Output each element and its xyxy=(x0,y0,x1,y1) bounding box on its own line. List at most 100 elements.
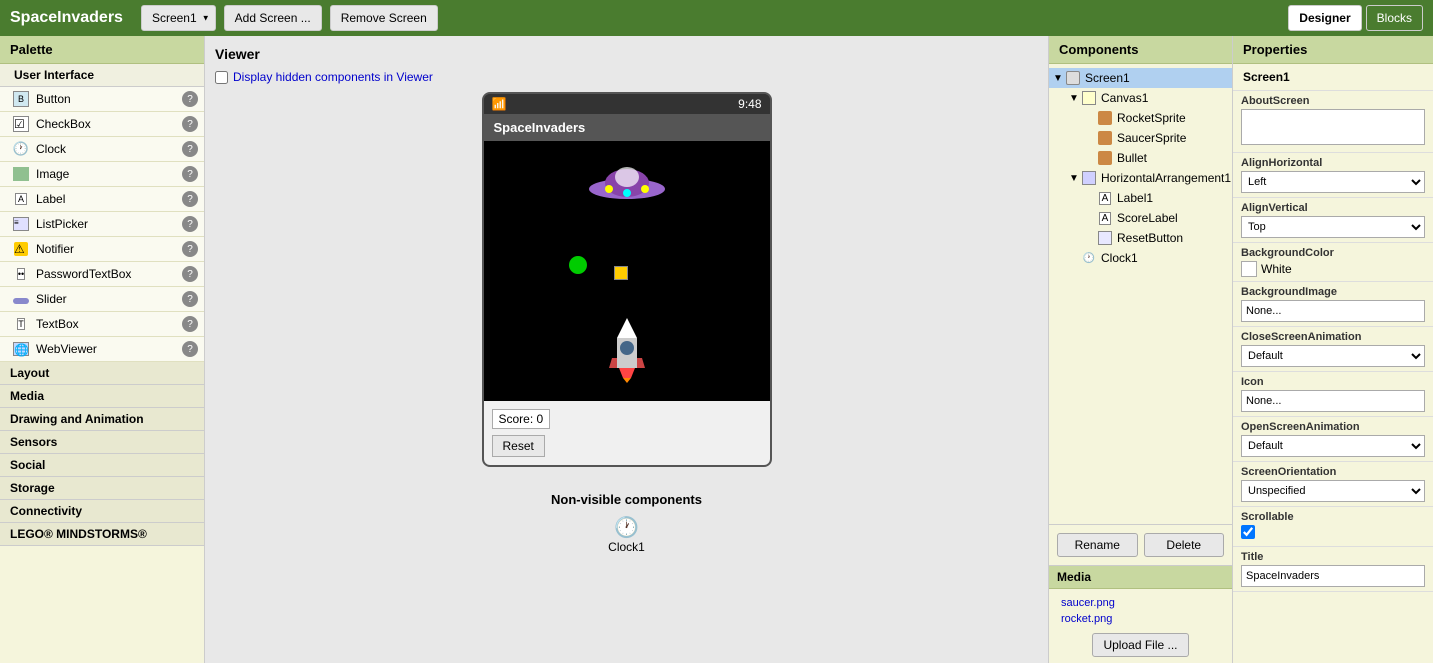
listpicker-icon: ≡ xyxy=(12,215,30,233)
hidden-components-checkbox[interactable] xyxy=(215,71,228,84)
palette-header: Palette xyxy=(0,36,204,64)
webviewer-label: WebViewer xyxy=(36,342,182,356)
ha1-toggle[interactable]: ▼ xyxy=(1069,173,1081,184)
tree-canvas1[interactable]: ▼ Canvas1 xyxy=(1049,88,1232,108)
user-interface-section[interactable]: User Interface xyxy=(0,64,204,87)
checkbox-info[interactable]: ? xyxy=(182,116,198,132)
scorelabel-icon: A xyxy=(1097,210,1113,226)
palette-item-passwordtextbox[interactable]: •• PasswordTextBox ? xyxy=(0,262,204,287)
media-file-rocket[interactable]: rocket.png xyxy=(1057,611,1224,627)
lego-section[interactable]: LEGO® MINDSTORMS® xyxy=(0,523,204,546)
notifier-info[interactable]: ? xyxy=(182,241,198,257)
align-vertical-select[interactable]: Top Center Bottom xyxy=(1241,216,1425,238)
screen-dropdown[interactable]: Screen1 xyxy=(141,5,216,31)
palette-item-listpicker[interactable]: ≡ ListPicker ? xyxy=(0,212,204,237)
textbox-info[interactable]: ? xyxy=(182,316,198,332)
tree-screen1[interactable]: ▼ Screen1 xyxy=(1049,68,1232,88)
blocks-button[interactable]: Blocks xyxy=(1366,5,1423,31)
upload-file-button[interactable]: Upload File ... xyxy=(1092,633,1188,657)
clock1-tree-label: Clock1 xyxy=(1101,251,1228,265)
media-section[interactable]: Media xyxy=(0,385,204,408)
connectivity-section[interactable]: Connectivity xyxy=(0,500,204,523)
reset-button[interactable]: Reset xyxy=(492,435,545,457)
image-info[interactable]: ? xyxy=(182,166,198,182)
listpicker-info[interactable]: ? xyxy=(182,216,198,232)
score-value: 0 xyxy=(537,412,544,426)
media-file-saucer[interactable]: saucer.png xyxy=(1057,595,1224,611)
tree-ha1[interactable]: ▼ HorizontalArrangement1 xyxy=(1049,168,1232,188)
scrollable-label: Scrollable xyxy=(1241,511,1425,523)
palette-item-slider[interactable]: Slider ? xyxy=(0,287,204,312)
canvas1-toggle[interactable]: ▼ xyxy=(1069,93,1081,104)
bg-color-text: White xyxy=(1261,262,1292,276)
button-info[interactable]: ? xyxy=(182,91,198,107)
palette-item-notifier[interactable]: ⚠ Notifier ? xyxy=(0,237,204,262)
tree-saucersprite[interactable]: SaucerSprite xyxy=(1049,128,1232,148)
canvas1-label: Canvas1 xyxy=(1101,91,1228,105)
components-panel: Components ▼ Screen1 ▼ Canvas1 xyxy=(1048,36,1233,663)
palette-item-image[interactable]: Image ? xyxy=(0,162,204,187)
palette-item-label[interactable]: A Label ? xyxy=(0,187,204,212)
checkbox-icon: ☑ xyxy=(12,115,30,133)
canvas1-icon xyxy=(1081,90,1097,106)
storage-section[interactable]: Storage xyxy=(0,477,204,500)
score-display: Score: 0 xyxy=(492,409,551,429)
close-anim-label: CloseScreenAnimation xyxy=(1241,331,1425,343)
palette-item-textbox[interactable]: T TextBox ? xyxy=(0,312,204,337)
open-anim-label: OpenScreenAnimation xyxy=(1241,421,1425,433)
open-anim-select[interactable]: Default Fade Zoom xyxy=(1241,435,1425,457)
screen1-label: Screen1 xyxy=(1085,71,1228,85)
passwordtextbox-info[interactable]: ? xyxy=(182,266,198,282)
tree-bullet[interactable]: Bullet xyxy=(1049,148,1232,168)
scrollable-checkbox[interactable] xyxy=(1241,525,1255,539)
main-content: Palette User Interface B Button ? ☑ Chec… xyxy=(0,36,1433,663)
clock1-nonvisible[interactable]: 🕐 Clock1 xyxy=(608,515,645,554)
header-right: Designer Blocks xyxy=(1288,5,1423,31)
resetbutton-label: ResetButton xyxy=(1117,231,1228,245)
palette-item-clock[interactable]: 🕐 Clock ? xyxy=(0,137,204,162)
bg-image-input[interactable] xyxy=(1241,300,1425,322)
phone-title: SpaceInvaders xyxy=(484,114,770,141)
delete-button[interactable]: Delete xyxy=(1144,533,1225,557)
orientation-select[interactable]: Unspecified Portrait Landscape xyxy=(1241,480,1425,502)
sensors-section[interactable]: Sensors xyxy=(0,431,204,454)
textbox-label: TextBox xyxy=(36,317,182,331)
remove-screen-button[interactable]: Remove Screen xyxy=(330,5,438,31)
drawing-section[interactable]: Drawing and Animation xyxy=(0,408,204,431)
palette-item-button[interactable]: B Button ? xyxy=(0,87,204,112)
designer-button[interactable]: Designer xyxy=(1288,5,1361,31)
webviewer-info[interactable]: ? xyxy=(182,341,198,357)
listpicker-label: ListPicker xyxy=(36,217,182,231)
label-label: Label xyxy=(36,192,182,206)
align-horizontal-select[interactable]: Left Center Right xyxy=(1241,171,1425,193)
label-info[interactable]: ? xyxy=(182,191,198,207)
social-section[interactable]: Social xyxy=(0,454,204,477)
title-prop-label: Title xyxy=(1241,551,1425,563)
components-header: Components xyxy=(1049,36,1232,64)
color-swatch[interactable] xyxy=(1241,261,1257,277)
label-icon: A xyxy=(12,190,30,208)
tree-scorelabel[interactable]: A ScoreLabel xyxy=(1049,208,1232,228)
palette-item-webviewer[interactable]: 🌐 WebViewer ? xyxy=(0,337,204,362)
rename-button[interactable]: Rename xyxy=(1057,533,1138,557)
palette-item-checkbox[interactable]: ☑ CheckBox ? xyxy=(0,112,204,137)
canvas-area[interactable] xyxy=(484,141,770,401)
tree-resetbutton[interactable]: ResetButton xyxy=(1049,228,1232,248)
label1-label: Label1 xyxy=(1117,191,1228,205)
layout-section[interactable]: Layout xyxy=(0,362,204,385)
tree-rocketsprite[interactable]: RocketSprite xyxy=(1049,108,1232,128)
close-anim-select[interactable]: Default Fade Zoom xyxy=(1241,345,1425,367)
ha1-label: HorizontalArrangement1 xyxy=(1101,171,1231,185)
title-input[interactable] xyxy=(1241,565,1425,587)
slider-info[interactable]: ? xyxy=(182,291,198,307)
tree-label1[interactable]: A Label1 xyxy=(1049,188,1232,208)
bullet-icon xyxy=(1097,150,1113,166)
icon-input[interactable] xyxy=(1241,390,1425,412)
tree-clock1[interactable]: 🕐 Clock1 xyxy=(1049,248,1232,268)
screen1-toggle[interactable]: ▼ xyxy=(1053,73,1065,84)
add-screen-button[interactable]: Add Screen ... xyxy=(224,5,322,31)
clock-label: Clock xyxy=(36,142,182,156)
clock-info[interactable]: ? xyxy=(182,141,198,157)
about-screen-input[interactable] xyxy=(1241,109,1425,145)
rocketsprite-label: RocketSprite xyxy=(1117,111,1228,125)
